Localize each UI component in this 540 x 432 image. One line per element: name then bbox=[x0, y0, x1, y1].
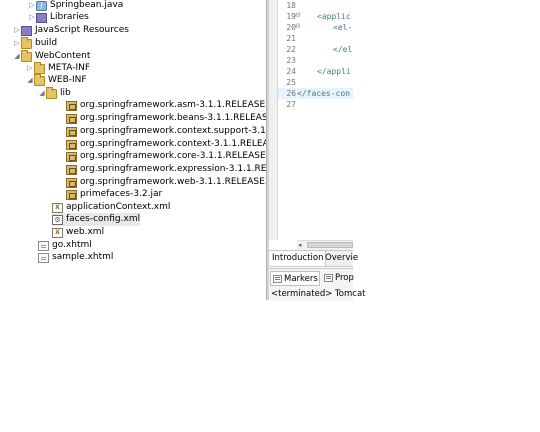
expand-icon[interactable]: ▷ bbox=[28, 11, 36, 24]
collapse-icon[interactable]: ◢ bbox=[38, 87, 46, 100]
code-area[interactable]: <applic <el- </el </appli </faces-con bbox=[297, 0, 353, 240]
line-number: 24 bbox=[286, 67, 296, 76]
tree-item-faces-config[interactable]: ⚙ faces-config.xml bbox=[52, 213, 141, 226]
folder-icon bbox=[21, 36, 32, 49]
folder-icon bbox=[46, 86, 57, 99]
line-number: 18 bbox=[286, 1, 296, 10]
tab-markers[interactable]: Markers bbox=[270, 271, 320, 286]
horizontal-scrollbar[interactable]: ◂ bbox=[297, 240, 353, 250]
tree-item-web-xml[interactable]: Xweb.xml bbox=[52, 226, 104, 239]
line-number: 22 bbox=[286, 45, 296, 54]
jar-icon bbox=[66, 139, 77, 150]
scroll-left-icon[interactable]: ◂ bbox=[298, 241, 302, 250]
jar-icon bbox=[66, 164, 77, 175]
line-number: 21 bbox=[286, 34, 296, 43]
line-number: 25 bbox=[286, 78, 296, 87]
file-icon bbox=[38, 240, 49, 251]
tab-introduction[interactable]: Introduction bbox=[270, 251, 327, 266]
bottom-view-panel: Markers Prop <terminated> Tomcat bbox=[269, 268, 366, 301]
jar-icon bbox=[66, 100, 77, 111]
expand-icon[interactable]: ▷ bbox=[13, 24, 21, 37]
markers-icon bbox=[273, 274, 282, 283]
console-status-text: <terminated> Tomcat bbox=[271, 289, 366, 299]
line-number: 23 bbox=[286, 56, 296, 65]
tree-item-jar[interactable]: primefaces-3.2.jar bbox=[66, 188, 162, 201]
properties-icon bbox=[324, 273, 333, 282]
tree-item-libraries[interactable]: ▷ Libraries bbox=[28, 11, 89, 24]
code-line-current: </faces-con bbox=[297, 88, 353, 99]
line-number: 27 bbox=[286, 100, 296, 109]
code-line: </el bbox=[333, 45, 353, 54]
tab-properties-label: Prop bbox=[335, 273, 354, 283]
line-number: 20 bbox=[286, 23, 296, 32]
line-number: 19 bbox=[286, 12, 296, 21]
xml-file-icon: X bbox=[52, 202, 63, 213]
line-number-ruler: 18 19 20 21 22 23 24 25 26 27 ⊖ ⊖ bbox=[278, 0, 301, 240]
code-line: <el- bbox=[333, 23, 353, 32]
faces-config-icon: ⚙ bbox=[52, 214, 63, 225]
tree-item-javascript-resources[interactable]: ▷ JavaScript Resources bbox=[13, 24, 129, 37]
tab-properties[interactable]: Prop bbox=[322, 271, 364, 286]
collapse-icon[interactable]: ◢ bbox=[26, 74, 34, 87]
tree-item-jar[interactable]: org.springframework.asm-3.1.1.RELEASE.ja… bbox=[66, 99, 266, 112]
tree-item-jar[interactable]: org.springframework.core-3.1.1.RELEASE.j… bbox=[66, 150, 266, 163]
file-icon bbox=[38, 252, 49, 263]
tree-item-sample-xhtml[interactable]: sample.xhtml bbox=[38, 251, 113, 264]
project-explorer-tree: ▷ J Springbean.java ▷ Libraries ▷ JavaScript… bbox=[0, 0, 266, 432]
folder-icon bbox=[21, 49, 32, 62]
tree-item-build[interactable]: ▷ build bbox=[13, 36, 57, 50]
annotation-ruler bbox=[269, 0, 278, 240]
xml-file-icon: X bbox=[52, 227, 63, 238]
java-file-icon: J bbox=[36, 0, 47, 11]
tree-item-jar[interactable]: org.springframework.context.support-3.1.… bbox=[66, 125, 266, 138]
line-number: 26 bbox=[278, 88, 296, 99]
expand-icon[interactable]: ▷ bbox=[13, 37, 21, 50]
tab-overview[interactable]: Overvie bbox=[323, 251, 360, 266]
js-resources-icon bbox=[21, 25, 32, 36]
code-line: <applic bbox=[317, 12, 351, 21]
code-line: </appli bbox=[317, 67, 351, 76]
tree-item-jar[interactable]: org.springframework.beans-3.1.1.RELEASE.… bbox=[66, 112, 266, 125]
jar-icon bbox=[66, 113, 77, 124]
collapse-icon[interactable]: ◢ bbox=[13, 50, 21, 63]
jar-icon bbox=[66, 189, 77, 200]
editor-page-tabs: Introduction Overvie bbox=[269, 250, 358, 267]
tree-item-jar[interactable]: org.springframework.expression-3.1.1.REL… bbox=[66, 163, 266, 176]
folder-icon bbox=[34, 61, 45, 74]
jar-icon bbox=[66, 177, 77, 188]
tree-item-web-inf[interactable]: ◢ WEB-INF bbox=[26, 73, 87, 87]
jar-icon bbox=[66, 126, 77, 137]
jar-icon bbox=[66, 151, 77, 162]
library-icon bbox=[36, 12, 47, 23]
tab-markers-label: Markers bbox=[284, 274, 318, 284]
folder-icon bbox=[34, 73, 45, 86]
scrollbar-thumb[interactable] bbox=[307, 242, 353, 248]
